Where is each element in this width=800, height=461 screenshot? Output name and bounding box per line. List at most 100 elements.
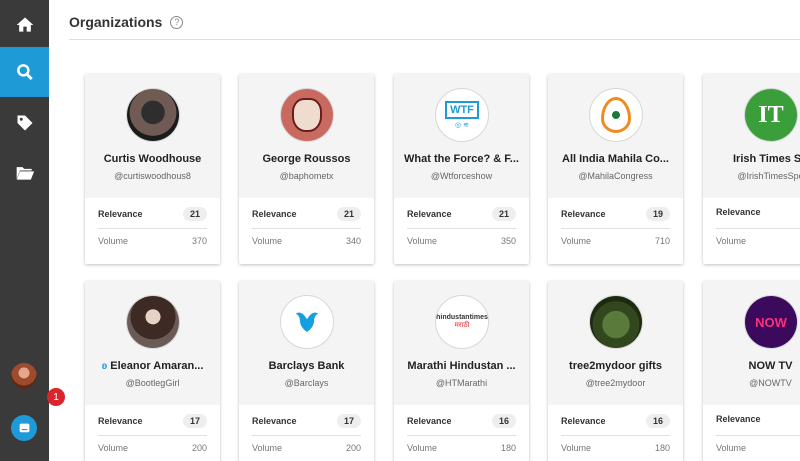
search-button[interactable] — [0, 47, 49, 97]
relevance-row: Relevance 21 — [98, 207, 207, 221]
relevance-badge: 21 — [336, 207, 361, 221]
metric-divider — [98, 435, 207, 436]
volume-row: Volume 180 — [407, 443, 516, 453]
org-card[interactable]: All India Mahila Co... @MahilaCongress R… — [548, 74, 683, 264]
relevance-row: Relevance — [716, 207, 800, 217]
help-icon[interactable]: ? — [170, 15, 184, 29]
title-divider — [69, 39, 800, 40]
org-name[interactable]: Irish Times Sp — [707, 153, 800, 165]
volume-row: Volume 200 — [98, 443, 207, 453]
org-avatar[interactable] — [589, 88, 643, 142]
org-card[interactable]: NOW NOW TV @NOWTV Relevance Volume — [703, 281, 800, 461]
org-card[interactable]: Barclays Bank @Barclays Relevance 17 Vol… — [239, 281, 374, 461]
volume-value: 350 — [500, 236, 516, 246]
relevance-badge: 17 — [182, 414, 207, 428]
org-card[interactable]: WTF ◎ ≋ What the Force? & F... @Wtforcesh… — [394, 74, 529, 264]
org-handle[interactable]: @BootlegGirl — [87, 378, 218, 388]
org-name[interactable]: Barclays Bank — [243, 360, 370, 372]
volume-label: Volume — [561, 236, 592, 246]
org-handle[interactable]: @IrishTimesSpo — [705, 171, 800, 181]
relevance-label: Relevance — [407, 416, 452, 426]
org-handle[interactable]: @HTMarathi — [396, 378, 527, 388]
org-name[interactable]: ʚ Eleanor Amaran... — [89, 360, 216, 372]
relevance-badge: 21 — [182, 207, 207, 221]
volume-value: 340 — [345, 236, 361, 246]
volume-row: Volume 340 — [252, 236, 361, 246]
relevance-row: Relevance 21 — [407, 207, 516, 221]
org-card[interactable]: George Roussos @baphometx Relevance 21 V… — [239, 74, 374, 264]
org-avatar[interactable]: hindustantimes मराठी — [435, 295, 489, 349]
org-name[interactable]: Marathi Hindustan ... — [398, 360, 525, 372]
org-avatar[interactable] — [280, 295, 334, 349]
org-name[interactable]: tree2mydoor gifts — [552, 360, 679, 372]
chat-icon — [19, 423, 29, 432]
relevance-badge: 21 — [491, 207, 516, 221]
home-icon — [16, 17, 33, 32]
org-name[interactable]: Curtis Woodhouse — [89, 153, 216, 165]
tag-icon — [17, 115, 32, 131]
metric-divider — [561, 435, 670, 436]
metric-divider — [716, 228, 800, 229]
org-avatar[interactable] — [589, 295, 643, 349]
relevance-badge: 19 — [645, 207, 670, 221]
org-handle[interactable]: @NOWTV — [705, 378, 800, 388]
volume-row: Volume 370 — [98, 236, 207, 246]
relevance-label: Relevance — [407, 209, 452, 219]
org-avatar[interactable]: IT — [744, 88, 798, 142]
chat-button[interactable] — [11, 415, 37, 441]
relevance-badge: 17 — [336, 414, 361, 428]
metric-divider — [252, 228, 361, 229]
volume-label: Volume — [716, 236, 747, 246]
volume-label: Volume — [98, 443, 129, 453]
volume-value: 370 — [191, 236, 207, 246]
org-card[interactable]: Curtis Woodhouse @curtiswoodhous8 Releva… — [85, 74, 220, 264]
org-card[interactable]: tree2mydoor gifts @tree2mydoor Relevance… — [548, 281, 683, 461]
org-avatar[interactable] — [126, 295, 180, 349]
volume-value: 200 — [191, 443, 207, 453]
volume-label: Volume — [407, 443, 438, 453]
volume-value: 710 — [654, 236, 670, 246]
metric-divider — [98, 228, 207, 229]
volume-label: Volume — [407, 236, 438, 246]
org-avatar[interactable] — [126, 88, 180, 142]
volume-label: Volume — [98, 236, 129, 246]
home-button[interactable] — [0, 0, 49, 50]
org-avatar[interactable] — [280, 88, 334, 142]
volume-row: Volume 200 — [252, 443, 361, 453]
org-card[interactable]: ʚ Eleanor Amaran... @BootlegGirl Relevanc… — [85, 281, 220, 461]
relevance-label: Relevance — [716, 207, 761, 217]
org-card[interactable]: IT Irish Times Sp @IrishTimesSpo Relevan… — [703, 74, 800, 264]
volume-row: Volume 710 — [561, 236, 670, 246]
relevance-row: Relevance 17 — [98, 414, 207, 428]
org-handle[interactable]: @tree2mydoor — [550, 378, 681, 388]
user-avatar[interactable] — [11, 363, 37, 389]
relevance-row: Relevance — [716, 414, 800, 424]
relevance-row: Relevance 16 — [561, 414, 670, 428]
org-avatar[interactable]: WTF ◎ ≋ — [435, 88, 489, 142]
org-handle[interactable]: @Wtforceshow — [396, 171, 527, 181]
org-name[interactable]: All India Mahila Co... — [552, 153, 679, 165]
volume-row: Volume 350 — [407, 236, 516, 246]
relevance-row: Relevance 16 — [407, 414, 516, 428]
main-content: Organizations ? Curtis Woodhouse @curtis… — [49, 0, 800, 461]
org-handle[interactable]: @MahilaCongress — [550, 171, 681, 181]
org-name[interactable]: George Roussos — [243, 153, 370, 165]
org-handle[interactable]: @baphometx — [241, 171, 372, 181]
relevance-badge: 16 — [645, 414, 670, 428]
relevance-label: Relevance — [716, 414, 761, 424]
folder-button[interactable] — [0, 148, 49, 198]
org-name[interactable]: What the Force? & F... — [398, 153, 525, 165]
org-name[interactable]: NOW TV — [707, 360, 800, 372]
org-avatar[interactable]: NOW — [744, 295, 798, 349]
volume-label: Volume — [561, 443, 592, 453]
org-handle[interactable]: @curtiswoodhous8 — [87, 171, 218, 181]
volume-value: 180 — [654, 443, 670, 453]
org-handle[interactable]: @Barclays — [241, 378, 372, 388]
metric-divider — [252, 435, 361, 436]
relevance-badge: 16 — [491, 414, 516, 428]
page-title: Organizations — [69, 14, 163, 30]
relevance-label: Relevance — [561, 416, 606, 426]
org-card[interactable]: hindustantimes मराठी Marathi Hindustan ..… — [394, 281, 529, 461]
relevance-row: Relevance 17 — [252, 414, 361, 428]
tags-button[interactable] — [0, 98, 49, 148]
